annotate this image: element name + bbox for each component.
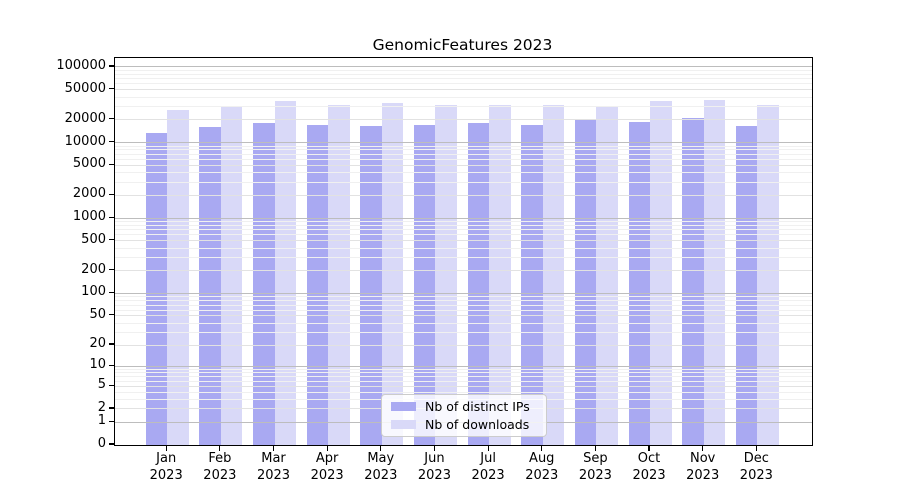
y-tick-mark-500	[109, 239, 114, 240]
x-tick-label-mar: Mar 2023	[246, 450, 302, 484]
x-tick-label-apr: Apr 2023	[299, 450, 355, 484]
y-tick-label-10000: 10000	[0, 134, 106, 150]
y-tick-label-10: 10	[0, 357, 106, 373]
x-tick-label-aug: Aug 2023	[514, 450, 570, 484]
x-tick-label-jun: Jun 2023	[406, 450, 462, 484]
bar-ips-may	[360, 126, 382, 445]
gridline-90000	[115, 70, 812, 71]
y-tick-label-20: 20	[0, 336, 106, 352]
y-tick-mark-50	[109, 314, 114, 315]
y-tick-label-500: 500	[0, 232, 106, 248]
chart-title: GenomicFeatures 2023	[114, 36, 811, 54]
x-tick-label-jan: Jan 2023	[138, 450, 194, 484]
bar-downloads-apr	[328, 105, 350, 445]
y-tick-mark-200	[109, 269, 114, 270]
gridline-60000	[115, 83, 812, 84]
bar-downloads-dec	[757, 105, 779, 445]
gridline-50000	[115, 89, 812, 90]
y-tick-mark-10000	[109, 141, 114, 142]
y-tick-mark-1000	[109, 217, 114, 218]
bar-downloads-mar	[275, 101, 297, 445]
y-tick-label-1000: 1000	[0, 209, 106, 225]
y-tick-mark-20000	[109, 118, 114, 119]
legend-label-distinct-ips: Nb of distinct IPs	[425, 399, 530, 414]
gridline-40000	[115, 97, 812, 98]
legend-swatch-downloads	[391, 420, 416, 429]
bar-ips-nov	[682, 118, 704, 445]
bar-ips-sep	[575, 120, 597, 445]
y-tick-mark-10	[109, 365, 114, 366]
y-tick-mark-50000	[109, 88, 114, 89]
bar-downloads-jan	[167, 110, 189, 446]
bar-ips-jan	[146, 133, 168, 445]
y-tick-mark-1	[109, 421, 114, 422]
x-tick-label-feb: Feb 2023	[192, 450, 248, 484]
y-tick-mark-2	[109, 407, 114, 408]
plot-area: Nb of distinct IPs Nb of downloads	[114, 57, 813, 446]
y-tick-label-200: 200	[0, 262, 106, 278]
chart-figure: GenomicFeatures 2023 Nb of distinct IPs …	[0, 0, 900, 500]
y-tick-label-20000: 20000	[0, 111, 106, 127]
y-tick-label-5: 5	[0, 377, 106, 393]
y-tick-mark-5000	[109, 164, 114, 165]
x-tick-label-jul: Jul 2023	[460, 450, 516, 484]
y-tick-mark-2000	[109, 194, 114, 195]
y-tick-mark-100	[109, 292, 114, 293]
bar-downloads-nov	[704, 100, 726, 445]
y-tick-label-100: 100	[0, 284, 106, 300]
y-tick-mark-0	[109, 443, 114, 444]
bar-ips-oct	[629, 122, 651, 445]
x-tick-label-sep: Sep 2023	[567, 450, 623, 484]
y-tick-label-50000: 50000	[0, 81, 106, 97]
y-tick-mark-20	[109, 343, 114, 344]
bar-ips-mar	[253, 123, 275, 445]
bar-downloads-oct	[650, 101, 672, 445]
x-tick-label-may: May 2023	[353, 450, 409, 484]
y-tick-label-5000: 5000	[0, 156, 106, 172]
y-tick-label-0: 0	[0, 436, 106, 452]
bar-downloads-sep	[596, 106, 618, 445]
bar-ips-dec	[736, 126, 758, 445]
x-tick-label-dec: Dec 2023	[728, 450, 784, 484]
y-tick-label-50: 50	[0, 307, 106, 323]
gridline-70000	[115, 78, 812, 79]
gridline-80000	[115, 74, 812, 75]
bar-downloads-feb	[221, 107, 243, 445]
legend-label-downloads: Nb of downloads	[425, 417, 529, 432]
y-tick-label-2000: 2000	[0, 186, 106, 202]
y-tick-label-100000: 100000	[0, 58, 106, 74]
gridline-100000	[115, 66, 812, 67]
x-tick-label-oct: Oct 2023	[621, 450, 677, 484]
legend-swatch-distinct-ips	[391, 402, 416, 411]
y-tick-label-1: 1	[0, 413, 106, 429]
x-tick-label-nov: Nov 2023	[675, 450, 731, 484]
legend: Nb of distinct IPs Nb of downloads	[381, 394, 547, 437]
legend-item-distinct-ips: Nb of distinct IPs	[382, 399, 546, 414]
bar-ips-apr	[307, 125, 329, 445]
y-tick-mark-100000	[109, 65, 114, 66]
bar-ips-feb	[199, 127, 221, 445]
bar-downloads-aug	[543, 105, 565, 445]
y-tick-mark-5	[109, 385, 114, 386]
legend-item-downloads: Nb of downloads	[382, 417, 546, 432]
